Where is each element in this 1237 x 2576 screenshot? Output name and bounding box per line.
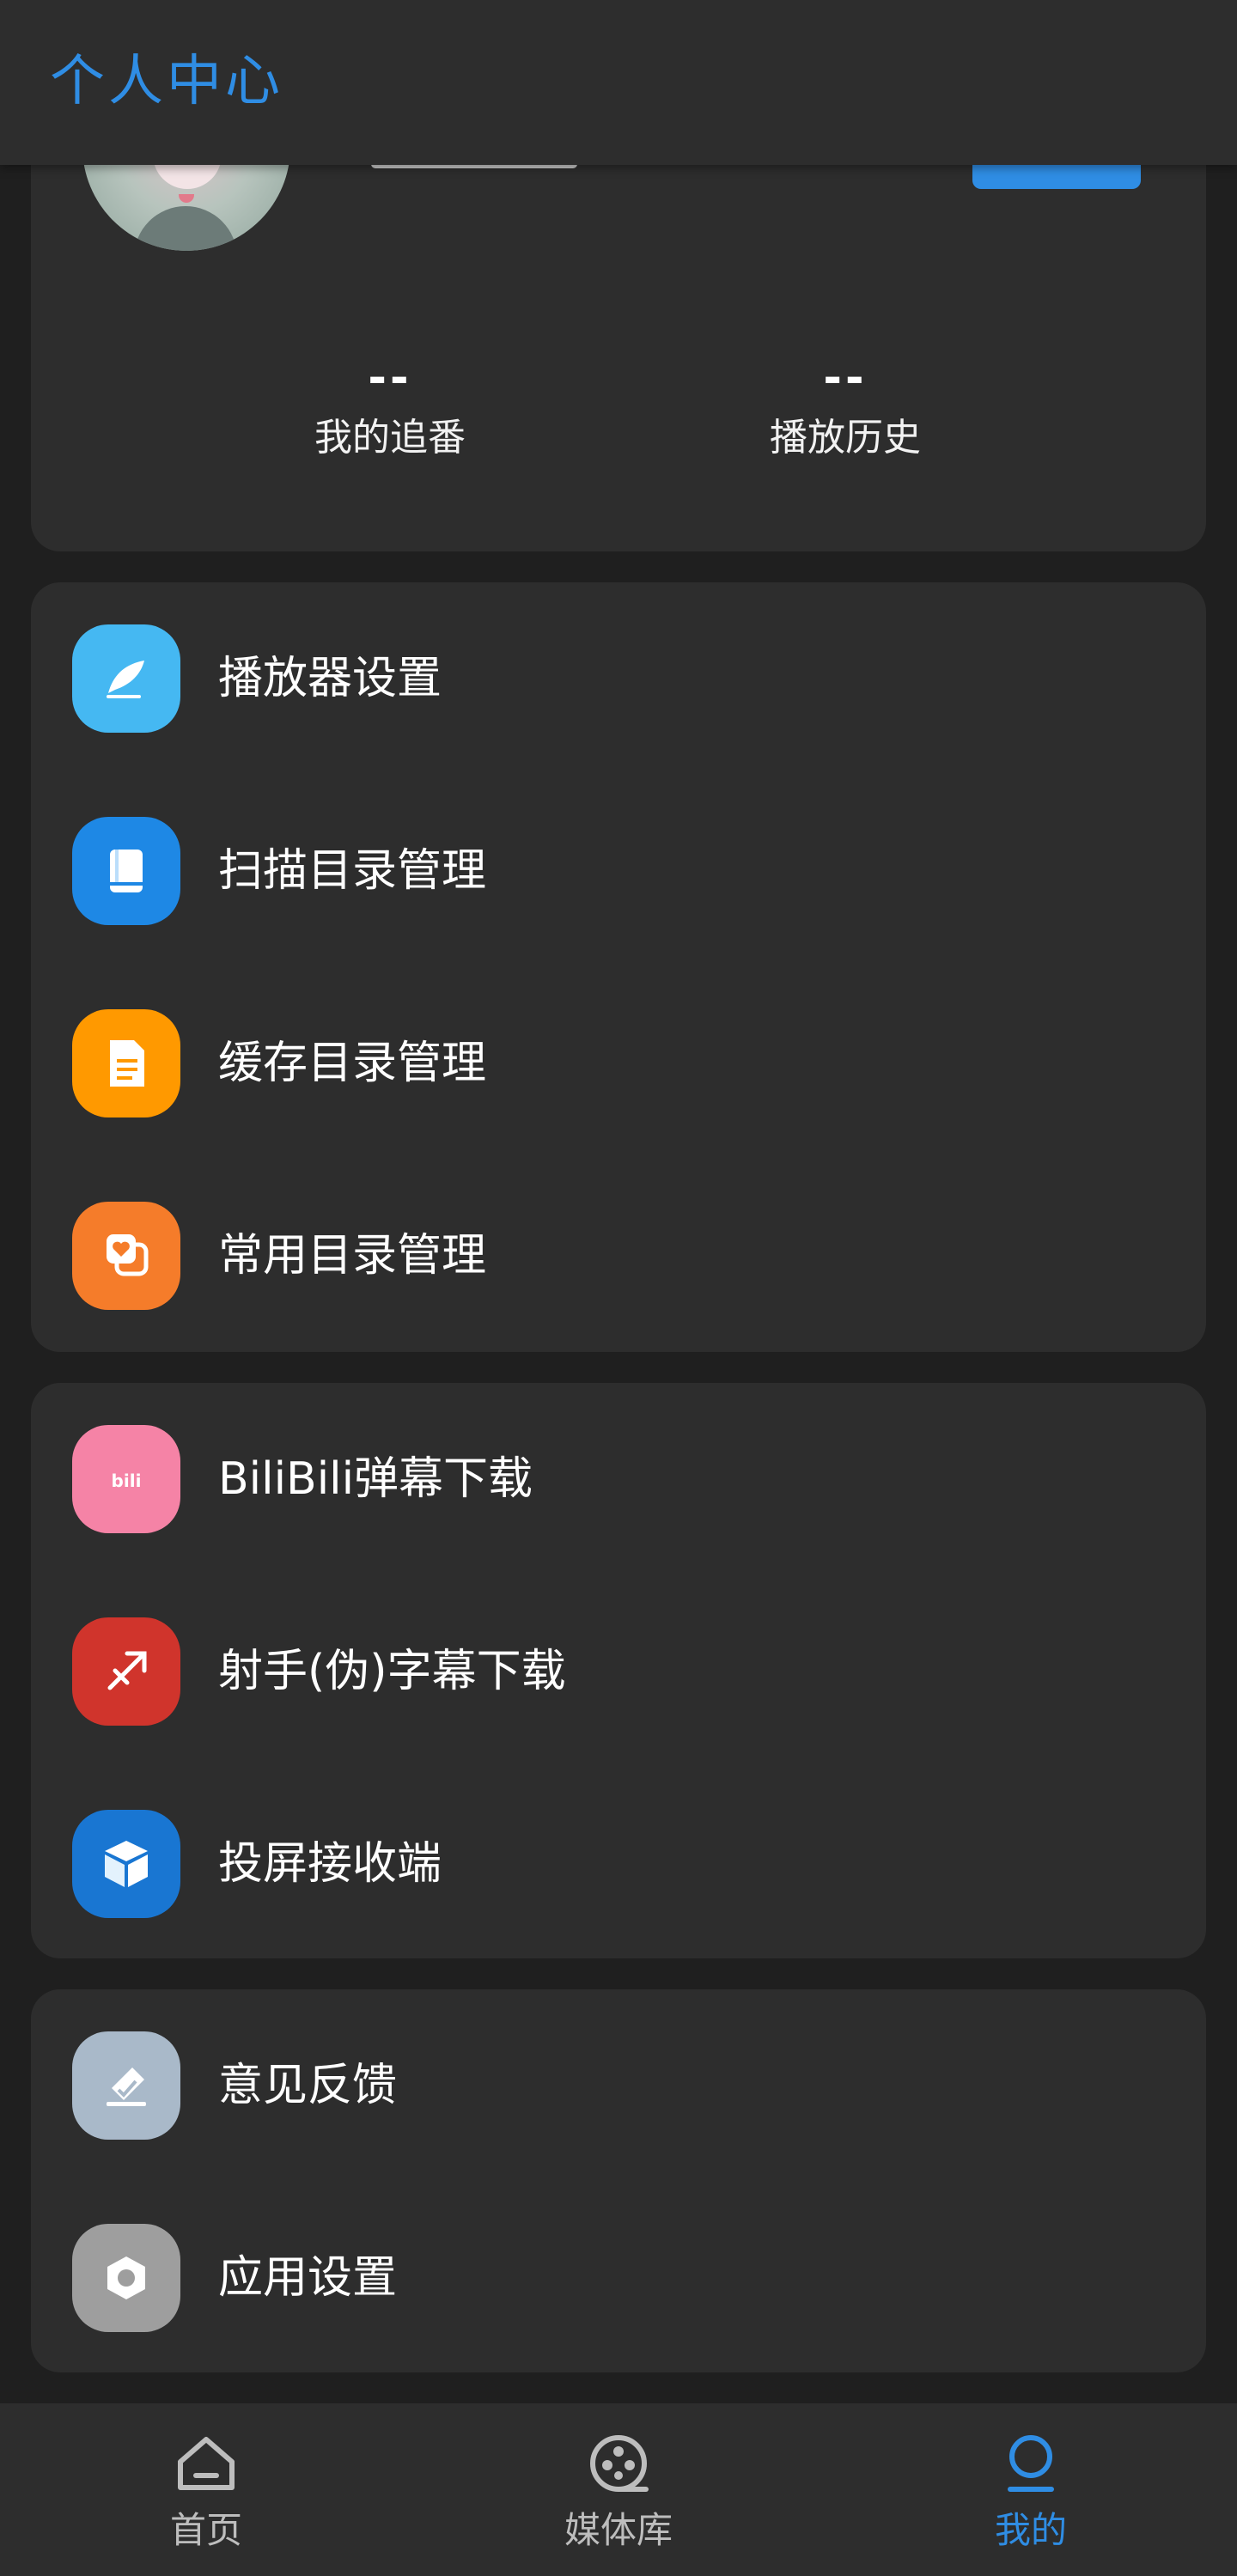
stat-following-label: 我的追番: [314, 416, 466, 460]
document-icon: [72, 1009, 180, 1117]
cube-icon: [72, 1810, 180, 1918]
settings-group-2: bili BiliBili弹幕下载 射手(伪)字幕下载 投屏接收端: [31, 1383, 1206, 1958]
menu-item-label: 应用设置: [218, 2252, 398, 2304]
profile-card: -- 我的追番 -- 播放历史: [31, 120, 1206, 551]
menu-item-app-settings[interactable]: 应用设置: [31, 2182, 1206, 2374]
tab-mine-label: 我的: [994, 2509, 1067, 2551]
menu-item-bilibili-danmaku[interactable]: bili BiliBili弹幕下载: [31, 1383, 1206, 1575]
tab-home-label: 首页: [169, 2509, 242, 2551]
menu-item-cache-dirs[interactable]: 缓存目录管理: [31, 967, 1206, 1160]
hexagon-settings-icon: [72, 2224, 180, 2332]
menu-item-label: 常用目录管理: [218, 1230, 487, 1282]
stat-history-label: 播放历史: [770, 416, 921, 460]
heart-folder-icon: [72, 1202, 180, 1310]
menu-item-label: 投屏接收端: [218, 1838, 442, 1890]
menu-item-label: BiliBili弹幕下载: [218, 1453, 533, 1505]
feedback-icon: [72, 2031, 180, 2140]
film-reel-icon: [590, 2435, 649, 2492]
settings-group-3: 意见反馈 应用设置: [31, 1989, 1206, 2372]
menu-item-label: 播放器设置: [218, 653, 442, 704]
stat-following-value: --: [368, 352, 412, 404]
home-icon: [178, 2437, 235, 2490]
tab-media-library-label: 媒体库: [564, 2509, 673, 2551]
menu-item-label: 缓存目录管理: [218, 1038, 487, 1089]
top-app-bar: 个人中心: [0, 0, 1237, 165]
stat-history-value: --: [823, 352, 868, 404]
menu-item-cast-receiver[interactable]: 投屏接收端: [31, 1768, 1206, 1960]
menu-item-label: 扫描目录管理: [218, 845, 487, 897]
bilibili-icon: bili: [72, 1425, 180, 1533]
stat-following[interactable]: -- 我的追番: [261, 352, 519, 464]
tab-mine[interactable]: 我的: [902, 2403, 1160, 2576]
brush-icon: [72, 624, 180, 733]
svg-text:bili: bili: [112, 1471, 142, 1491]
settings-group-1: 播放器设置 扫描目录管理 缓存目录管理 常用目录管理: [31, 582, 1206, 1352]
bottom-navigation: 首页 媒体库 我的: [0, 2403, 1237, 2576]
login-button[interactable]: [972, 165, 1141, 189]
menu-item-scan-dirs[interactable]: 扫描目录管理: [31, 775, 1206, 967]
menu-item-common-dirs[interactable]: 常用目录管理: [31, 1160, 1206, 1352]
menu-item-feedback[interactable]: 意见反馈: [31, 1989, 1206, 2182]
sagittarius-icon: [72, 1617, 180, 1726]
menu-item-subtitle-download[interactable]: 射手(伪)字幕下载: [31, 1575, 1206, 1768]
page-title: 个人中心: [50, 50, 283, 113]
menu-item-label: 意见反馈: [218, 2060, 398, 2111]
tab-media-library[interactable]: 媒体库: [490, 2403, 747, 2576]
tab-home[interactable]: 首页: [77, 2403, 335, 2576]
menu-item-label: 射手(伪)字幕下载: [218, 1646, 566, 1697]
book-icon: [72, 817, 180, 925]
stat-history[interactable]: -- 播放历史: [716, 352, 974, 464]
user-icon: [1008, 2435, 1054, 2492]
menu-item-player-settings[interactable]: 播放器设置: [31, 582, 1206, 775]
